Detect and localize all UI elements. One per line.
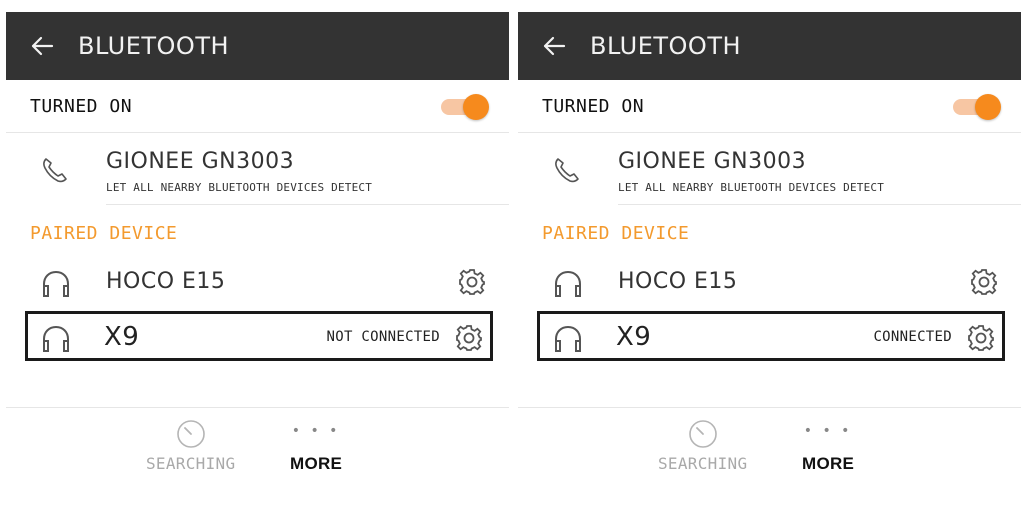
app-header: BLUETOOTH: [6, 12, 509, 80]
search-progress-icon: [175, 417, 207, 451]
more-label: MORE: [290, 454, 343, 473]
phone-icon: [552, 155, 582, 189]
more-button[interactable]: • • • MORE: [290, 417, 342, 474]
more-label: MORE: [802, 454, 855, 473]
bluetooth-toggle-row[interactable]: TURNED ON: [6, 80, 509, 133]
device-name: GIONEE GN3003: [618, 149, 807, 174]
divider: [6, 407, 509, 408]
gear-icon[interactable]: [454, 323, 484, 357]
divider: [106, 204, 509, 205]
headphones-icon: [40, 269, 72, 303]
more-dots-icon: • • •: [291, 423, 341, 439]
paired-device-header: PAIRED DEVICE: [542, 222, 690, 244]
paired-device-name: HOCO E15: [106, 269, 226, 294]
searching-button[interactable]: SEARCHING: [658, 417, 747, 473]
more-button[interactable]: • • • MORE: [802, 417, 854, 474]
page-title: BLUETOOTH: [78, 32, 230, 60]
searching-button[interactable]: SEARCHING: [146, 417, 235, 473]
gear-icon[interactable]: [969, 267, 999, 301]
this-device-row[interactable]: GIONEE GN3003 LET ALL NEARBY BLUETOOTH D…: [6, 133, 509, 205]
device-name: GIONEE GN3003: [106, 149, 295, 174]
more-dots-icon: • • •: [803, 423, 853, 439]
divider: [518, 407, 1021, 408]
paired-device-name: X9: [104, 322, 140, 352]
phone-icon: [40, 155, 70, 189]
arrow-left-icon[interactable]: [540, 32, 568, 60]
paired-device-row[interactable]: HOCO E15: [6, 255, 509, 311]
bluetooth-toggle-row[interactable]: TURNED ON: [518, 80, 1021, 133]
connection-status: CONNECTED: [873, 329, 952, 345]
bottom-action-bar: SEARCHING • • • MORE: [518, 417, 1021, 477]
searching-label: SEARCHING: [146, 454, 236, 473]
toggle-label: TURNED ON: [542, 95, 645, 117]
gear-icon[interactable]: [966, 323, 996, 357]
divider: [618, 204, 1021, 205]
arrow-left-icon[interactable]: [28, 32, 56, 60]
device-visibility-text: LET ALL NEARBY BLUETOOTH DEVICES DETECT: [618, 181, 885, 194]
switch-thumb: [463, 94, 489, 120]
device-visibility-text: LET ALL NEARBY BLUETOOTH DEVICES DETECT: [106, 181, 373, 194]
page-title: BLUETOOTH: [590, 32, 742, 60]
paired-device-header: PAIRED DEVICE: [30, 222, 178, 244]
paired-device-row-highlighted[interactable]: X9 CONNECTED: [537, 311, 1005, 361]
headphones-icon: [552, 324, 584, 358]
paired-device-name: HOCO E15: [618, 269, 738, 294]
app-header: BLUETOOTH: [518, 12, 1021, 80]
gear-icon[interactable]: [457, 267, 487, 301]
this-device-row[interactable]: GIONEE GN3003 LET ALL NEARBY BLUETOOTH D…: [518, 133, 1021, 205]
bluetooth-screen-left: BLUETOOTH TURNED ON GIONEE GN3003 LET AL…: [6, 12, 509, 514]
bottom-action-bar: SEARCHING • • • MORE: [6, 417, 509, 477]
bluetooth-screen-right: BLUETOOTH TURNED ON GIONEE GN3003 LET AL…: [518, 12, 1021, 514]
paired-device-row[interactable]: HOCO E15: [518, 255, 1021, 311]
switch-thumb: [975, 94, 1001, 120]
toggle-label: TURNED ON: [30, 95, 133, 117]
search-progress-icon: [687, 417, 719, 451]
connection-status: NOT CONNECTED: [326, 329, 440, 345]
searching-label: SEARCHING: [658, 454, 748, 473]
paired-device-row-highlighted[interactable]: X9 NOT CONNECTED: [25, 311, 493, 361]
bluetooth-switch[interactable]: [953, 94, 1001, 120]
headphones-icon: [552, 269, 584, 303]
headphones-icon: [40, 324, 72, 358]
paired-device-name: X9: [616, 322, 652, 352]
bluetooth-switch[interactable]: [441, 94, 489, 120]
